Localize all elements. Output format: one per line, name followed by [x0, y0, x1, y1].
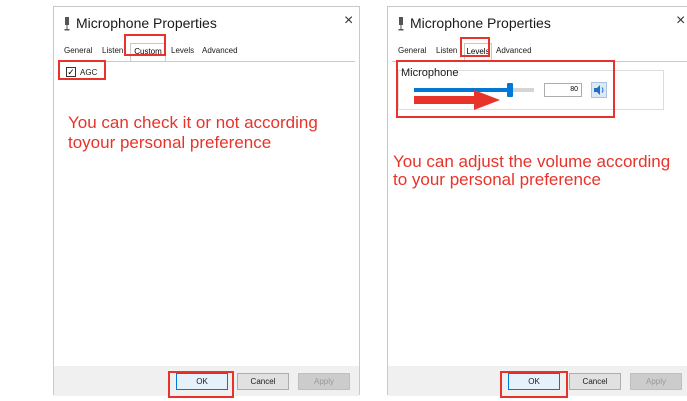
- left-titlebar: Microphone Properties ×: [54, 7, 359, 39]
- microphone-icon: [64, 17, 70, 31]
- tab-general[interactable]: General: [398, 46, 426, 55]
- red-arrow-icon: [414, 90, 500, 110]
- tab-advanced[interactable]: Advanced: [202, 46, 238, 55]
- dialog-title: Microphone Properties: [76, 15, 217, 31]
- dialog-title: Microphone Properties: [410, 15, 551, 31]
- tab-listen[interactable]: Listen: [102, 46, 123, 55]
- right-annotation-line1: You can adjust the volume according: [393, 152, 671, 171]
- cancel-button[interactable]: Cancel: [237, 373, 289, 390]
- left-content: ✓ AGC: [58, 62, 355, 362]
- cancel-button[interactable]: Cancel: [569, 373, 621, 390]
- highlight-agc: [58, 60, 106, 80]
- left-annotation-line2: toyour personal preference: [68, 133, 272, 152]
- apply-button: Apply: [630, 373, 682, 390]
- apply-button: Apply: [298, 373, 350, 390]
- right-titlebar: Microphone Properties ×: [388, 7, 687, 39]
- tab-advanced[interactable]: Advanced: [496, 46, 532, 55]
- tab-listen[interactable]: Listen: [436, 46, 457, 55]
- highlight-ok-button: [500, 371, 568, 398]
- close-icon[interactable]: ×: [676, 13, 685, 29]
- right-annotation-line2: to your personal preference: [393, 170, 601, 189]
- left-annotation-line1: You can check it or not according: [68, 113, 318, 132]
- microphone-icon: [398, 17, 404, 31]
- highlight-custom-tab: [124, 34, 166, 56]
- close-icon[interactable]: ×: [344, 13, 353, 29]
- tab-levels[interactable]: Levels: [171, 46, 194, 55]
- tab-general[interactable]: General: [64, 46, 92, 55]
- highlight-levels-tab: [460, 37, 490, 57]
- highlight-ok-button: [168, 371, 234, 398]
